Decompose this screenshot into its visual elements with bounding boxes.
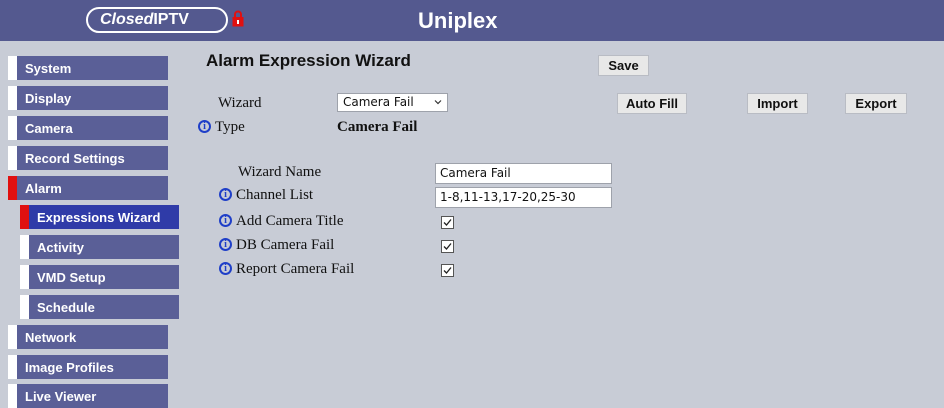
lock-icon [232, 10, 244, 27]
wizard-select[interactable]: Camera Fail [337, 93, 448, 112]
sidebar-item-network[interactable]: Network [8, 325, 168, 349]
info-icon[interactable]: i [219, 214, 232, 227]
checkmark-icon [443, 243, 452, 250]
add-camera-title-label: Add Camera Title [236, 213, 344, 229]
sidebar-item-display[interactable]: Display [8, 86, 168, 110]
sidebar-item-label: Display [25, 90, 72, 106]
export-button[interactable]: Export [845, 93, 907, 114]
report-camera-fail-checkbox[interactable] [441, 264, 454, 277]
checkmark-icon [443, 267, 452, 274]
sidebar-item-label: Expressions Wizard [37, 209, 161, 225]
channel-list-label: Channel List [236, 187, 314, 203]
db-camera-fail-checkbox[interactable] [441, 240, 454, 253]
import-button[interactable]: Import [747, 93, 808, 114]
wizard-name-field[interactable]: Camera Fail [435, 163, 612, 184]
sidebar-item-alarm[interactable]: Alarm [8, 176, 168, 200]
brand-title: Uniplex [418, 8, 498, 33]
type-value: Camera Fail [337, 119, 418, 135]
db-camera-fail-label: DB Camera Fail [236, 237, 335, 253]
add-camera-title-checkbox[interactable] [441, 216, 454, 229]
sidebar-item-expressions-wizard[interactable]: Expressions Wizard [20, 205, 179, 229]
sidebar-item-camera[interactable]: Camera [8, 116, 168, 140]
sidebar-item-image-profiles[interactable]: Image Profiles [8, 355, 168, 379]
sidebar-item-record-settings[interactable]: Record Settings [8, 146, 168, 170]
sidebar-item-label: Camera [25, 120, 73, 136]
sidebar-item-label: Live Viewer [25, 388, 97, 404]
sidebar-item-label: Record Settings [25, 150, 125, 166]
sidebar-item-schedule[interactable]: Schedule [20, 295, 179, 319]
chevron-down-icon [434, 100, 442, 105]
sidebar-item-label: VMD Setup [37, 269, 106, 285]
auto-fill-button[interactable]: Auto Fill [617, 93, 687, 114]
sidebar-item-label: Network [25, 329, 77, 345]
checkmark-icon [443, 219, 452, 226]
closediptv-logo: Closed IPTV [86, 7, 228, 33]
wizard-name-label: Wizard Name [238, 164, 322, 180]
sidebar-item-label: Image Profiles [25, 359, 114, 375]
sidebar-item-label: System [25, 60, 72, 76]
wizard-label: Wizard [218, 95, 262, 111]
header-bar: Closed IPTV Uniplex [0, 0, 944, 41]
sidebar-item-system[interactable]: System [8, 56, 168, 80]
sidebar-item-activity[interactable]: Activity [20, 235, 179, 259]
page-title: Alarm Expression Wizard [206, 51, 411, 70]
type-label: Type [215, 119, 245, 135]
info-icon[interactable]: i [198, 120, 211, 133]
report-camera-fail-label: Report Camera Fail [236, 261, 355, 277]
save-button[interactable]: Save [598, 55, 649, 76]
wizard-select-value: Camera Fail [343, 95, 414, 109]
info-icon[interactable]: i [219, 262, 232, 275]
logo-text-closed: Closed [100, 11, 154, 28]
sidebar-item-label: Alarm [25, 180, 62, 196]
sidebar-item-label: Schedule [37, 299, 95, 315]
info-icon[interactable]: i [219, 238, 232, 251]
sidebar-item-vmd-setup[interactable]: VMD Setup [20, 265, 179, 289]
channel-list-field[interactable]: 1-8,11-13,17-20,25-30 [435, 187, 612, 208]
logo-text-iptv: IPTV [153, 11, 189, 28]
sidebar-item-live-viewer[interactable]: Live Viewer [8, 384, 168, 408]
sidebar-item-label: Activity [37, 239, 84, 255]
info-icon[interactable]: i [219, 188, 232, 201]
